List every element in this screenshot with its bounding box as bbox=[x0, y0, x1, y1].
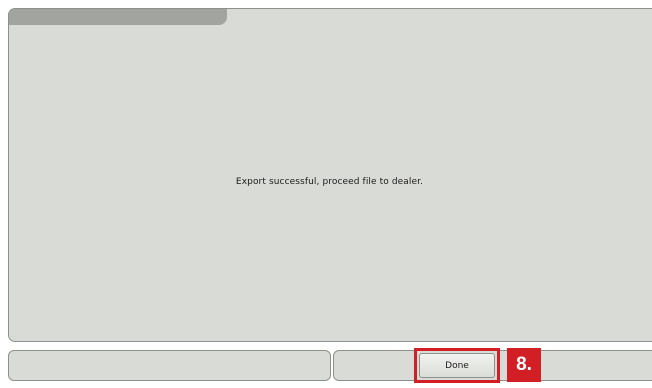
step-number-badge: 8. bbox=[507, 348, 541, 382]
export-screen: Export successful, proceed file to deale… bbox=[0, 0, 652, 388]
bottom-bar-left bbox=[8, 350, 331, 381]
done-button[interactable]: Done bbox=[419, 353, 495, 378]
export-status-message: Export successful, proceed file to deale… bbox=[235, 177, 424, 187]
message-panel: Export successful, proceed file to deale… bbox=[8, 8, 652, 342]
panel-title-tab bbox=[9, 9, 227, 25]
